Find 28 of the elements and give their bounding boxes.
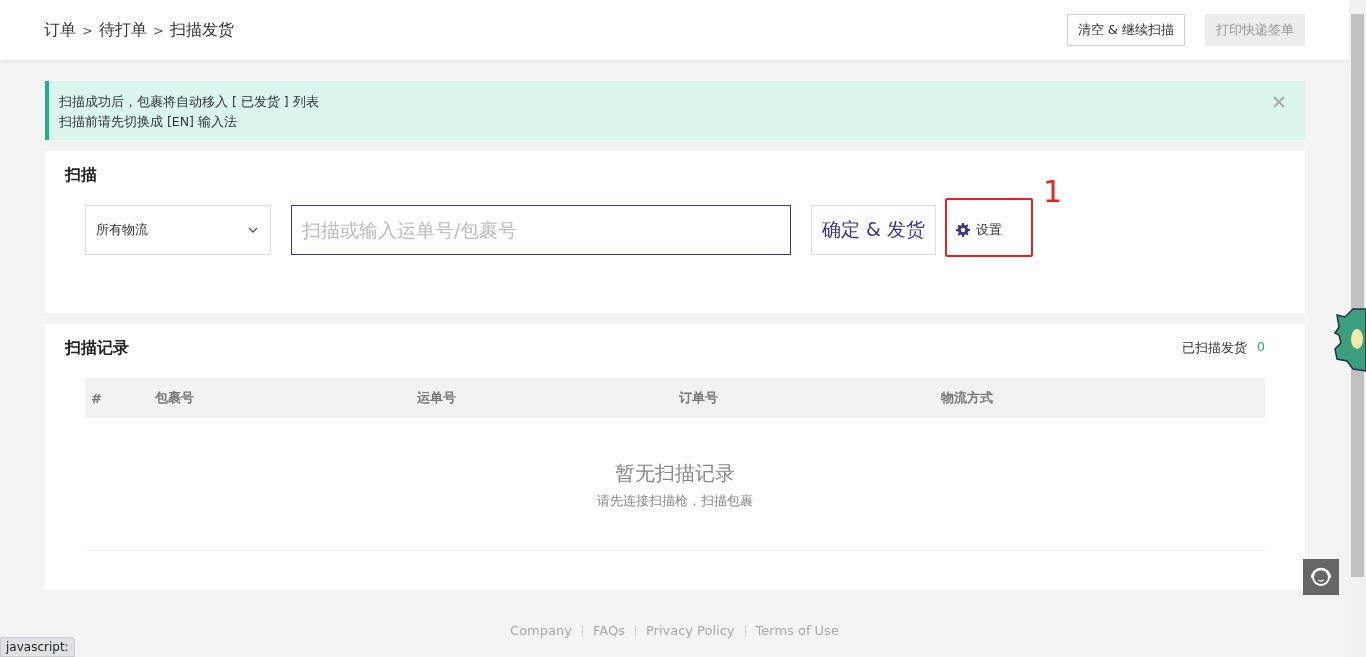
tracking-input-field[interactable]: 扫描或输入运单号/包裹号	[291, 205, 791, 255]
customer-service-button[interactable]	[1303, 559, 1339, 595]
section-title: 扫描	[65, 164, 98, 186]
counter-value: 0	[1256, 339, 1265, 356]
column-header: 物流方式	[941, 389, 994, 407]
annotation-number: 1	[1043, 175, 1063, 209]
confirm-ship-button[interactable]: 确定 & 发货	[811, 205, 936, 255]
column-header: 运单号	[417, 389, 457, 407]
empty-hint: 请先连接扫描枪，扫描包裹	[597, 492, 753, 510]
section-title: 扫描记录	[65, 337, 129, 359]
chevron-down-icon	[248, 227, 258, 233]
clear-continue-button[interactable]: 清空 & 继续扫描	[1066, 14, 1185, 46]
column-header: 订单号	[679, 389, 719, 407]
status-bar: javascript:	[0, 637, 75, 657]
breadcrumb-item[interactable]: 待打单	[98, 19, 147, 41]
breadcrumb-item: 扫描发货	[169, 19, 234, 41]
carrier-dropdown[interactable]: 所有物流	[85, 205, 271, 255]
column-header: #	[91, 390, 103, 406]
breadcrumb-separator-icon: >	[82, 22, 93, 38]
alert-text: 扫描成功后，包裹将自动移入 [ 已发货 ] 列表	[59, 93, 320, 111]
empty-title: 暂无扫描记录	[615, 460, 735, 487]
mascot-drawing[interactable]	[1333, 305, 1366, 375]
column-header: 包裹号	[155, 389, 195, 407]
breadcrumb-separator-icon: >	[152, 22, 164, 38]
settings-icon	[955, 223, 970, 237]
alert-text: 扫描前请先切换成 [EN] 输入法	[59, 113, 238, 131]
counter-label: 已扫描发货	[1181, 339, 1247, 357]
breadcrumb-item[interactable]: 订单	[44, 19, 76, 41]
